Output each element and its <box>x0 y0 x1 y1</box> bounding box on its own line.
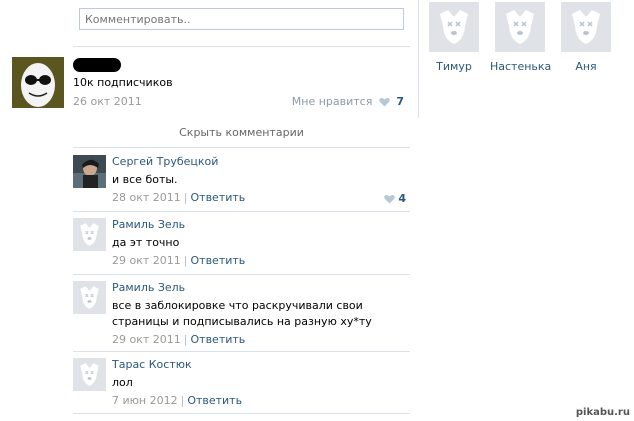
friend-name[interactable]: Настенька <box>490 60 551 73</box>
divider <box>73 351 410 352</box>
friend-card[interactable]: Тимур <box>424 2 484 73</box>
comment-meta: 29 окт 2011 | Ответить <box>112 333 410 347</box>
comment-meta: 7 июн 2012 | Ответить <box>112 394 410 408</box>
watermark: pikabu.ru <box>575 407 630 418</box>
hide-comments-link[interactable]: Скрыть комментарии <box>73 126 410 139</box>
post-text: 10к подписчиков <box>73 76 173 89</box>
friend-name[interactable]: Аня <box>556 60 616 73</box>
post-date[interactable]: 26 окт 2011 <box>73 95 142 108</box>
friend-name[interactable]: Тимур <box>424 60 484 73</box>
like-count: 7 <box>396 95 404 108</box>
post-author-avatar[interactable] <box>12 57 64 108</box>
friend-card[interactable]: Аня <box>556 2 616 73</box>
comment-date[interactable]: 28 окт 2011 <box>112 191 181 204</box>
divider <box>73 46 410 47</box>
comment-date[interactable]: 29 окт 2011 <box>112 254 181 267</box>
comment-author[interactable]: Сергей Трубецкой <box>112 155 410 169</box>
divider <box>73 211 410 212</box>
reply-button[interactable]: Ответить <box>191 333 246 346</box>
comment-date[interactable]: 29 окт 2011 <box>112 333 181 346</box>
reply-button[interactable]: Ответить <box>191 254 246 267</box>
comment-date[interactable]: 7 июн 2012 <box>112 394 178 407</box>
reply-button[interactable]: Ответить <box>191 191 246 204</box>
meta-separator: | <box>180 394 185 407</box>
divider <box>73 147 410 148</box>
meta-separator: | <box>183 191 188 204</box>
like-count: 4 <box>398 192 406 205</box>
friend-card[interactable]: Настенька <box>490 2 551 73</box>
divider <box>73 274 410 275</box>
deactivated-dog-avatar-icon <box>561 2 611 52</box>
comment-body: Тарас Костюк лол 7 июн 2012 | Ответить <box>112 358 410 408</box>
comment-author[interactable]: Рамиль Зель <box>112 218 410 232</box>
comment-text: лол <box>112 376 133 389</box>
deactivated-dog-avatar-icon[interactable] <box>73 218 106 251</box>
deactivated-dog-avatar-icon[interactable] <box>73 358 106 391</box>
comment-author[interactable]: Рамиль Зель <box>112 281 410 295</box>
comment-meta: 29 окт 2011 | Ответить <box>112 254 410 268</box>
redacted-author-name <box>73 58 121 72</box>
deactivated-dog-avatar-icon <box>495 2 545 52</box>
heart-icon <box>384 194 396 204</box>
divider <box>73 413 410 414</box>
post-like-button[interactable]: Мне нравится 7 <box>292 95 404 108</box>
comment-input[interactable] <box>79 8 404 30</box>
comment-body: Сергей Трубецкой и все боты. 28 окт 2011… <box>112 155 410 205</box>
comment-body: Рамиль Зель все в заблокировке что раскр… <box>112 281 410 347</box>
deactivated-dog-avatar-icon[interactable] <box>73 281 106 314</box>
comment-meta: 28 окт 2011 | Ответить <box>112 191 410 205</box>
comment-text: все в заблокировке что раскручивали свои… <box>112 299 372 328</box>
comment-author[interactable]: Тарас Костюк <box>112 358 410 372</box>
meta-separator: | <box>183 333 188 346</box>
heart-icon <box>379 97 390 107</box>
meta-separator: | <box>183 254 188 267</box>
like-label: Мне нравится <box>291 95 373 108</box>
reply-button[interactable]: Ответить <box>187 394 242 407</box>
comment-text: и все боты. <box>112 173 178 186</box>
comment-text: да эт точно <box>112 236 180 249</box>
comment-like-button[interactable]: 4 <box>381 192 406 205</box>
deactivated-dog-avatar-icon <box>429 2 479 52</box>
comment-body: Рамиль Зель да эт точно 29 окт 2011 | Отве… <box>112 218 410 268</box>
commenter-avatar[interactable] <box>73 155 106 188</box>
column-divider <box>418 0 419 118</box>
